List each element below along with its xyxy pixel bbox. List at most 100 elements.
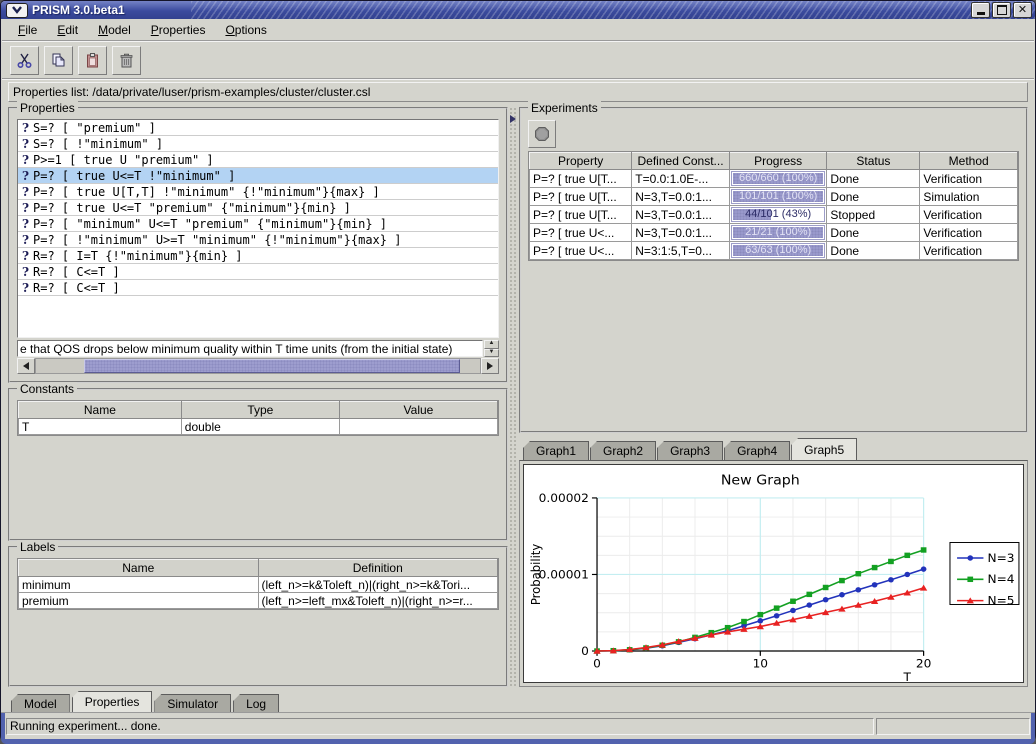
left-column: Properties ?S=? [ "premium" ]?S=? [ !"mi… <box>8 107 508 687</box>
tab-properties[interactable]: Properties <box>72 691 153 712</box>
tab-graph1[interactable]: Graph1 <box>523 441 589 460</box>
tab-log[interactable]: Log <box>233 694 279 712</box>
scrollbar-thumb[interactable] <box>84 359 460 373</box>
experiments-table[interactable]: PropertyDefined Const...ProgressStatusMe… <box>529 152 1018 260</box>
paste-button[interactable] <box>78 46 107 75</box>
property-list-item[interactable]: ?P=? [ true U<=T !"minimum" ] <box>18 168 498 184</box>
trash-icon <box>118 52 135 69</box>
property-text: R=? [ C<=T ] <box>33 265 120 279</box>
tab-graph3[interactable]: Graph3 <box>657 441 723 460</box>
property-list-item[interactable]: ?P>=1 [ true U "premium" ] <box>18 152 498 168</box>
table-cell: (left_n>=k&Toleft_n)|(right_n>=k&Tori... <box>258 577 498 593</box>
experiment-row[interactable]: P=? [ true U[T...T=0.0:1.0E-...660/660 (… <box>530 170 1018 188</box>
close-button[interactable]: ✕ <box>1013 2 1032 18</box>
experiments-table-wrap: PropertyDefined Const...ProgressStatusMe… <box>528 151 1019 261</box>
menu-options[interactable]: Options <box>216 21 275 39</box>
scroll-left-button[interactable] <box>17 358 35 374</box>
property-list-item[interactable]: ?P=? [ true U<=T "premium" {"minimum"}{m… <box>18 200 498 216</box>
svg-text:T: T <box>903 670 912 682</box>
property-text: P=? [ true U<=T !"minimum" ] <box>33 169 235 183</box>
cut-button[interactable] <box>10 46 39 75</box>
column-header[interactable]: Definition <box>258 560 498 577</box>
maximize-icon <box>997 5 1007 15</box>
progress-text: 63/63 (100%) <box>732 244 825 257</box>
property-list-item[interactable]: ?P=? [ !"minimum" U>=T "minimum" {!"mini… <box>18 232 498 248</box>
experiment-row[interactable]: P=? [ true U<...N=3:1:5,T=0...63/63 (100… <box>530 242 1018 260</box>
constants-table[interactable]: NameTypeValueTdouble <box>18 401 498 435</box>
experiment-row[interactable]: P=? [ true U[T...N=3,T=0.0:1...44/101 (4… <box>530 206 1018 224</box>
experiment-row[interactable]: P=? [ true U<...N=3,T=0.0:1...21/21 (100… <box>530 224 1018 242</box>
table-header-row: PropertyDefined Const...ProgressStatusMe… <box>530 153 1018 170</box>
experiment-row[interactable]: P=? [ true U[T...N=3,T=0.0:1...101/101 (… <box>530 188 1018 206</box>
arrow-left-icon <box>23 362 29 370</box>
column-header[interactable]: Value <box>339 402 497 419</box>
table-row[interactable]: premium(left_n>=left_mx&Toleft_n)|(right… <box>19 593 498 609</box>
scrollbar-track[interactable] <box>35 358 481 374</box>
property-list-item[interactable]: ?R=? [ I=T {!"minimum"}{min} ] <box>18 248 498 264</box>
table-header-row: NameDefinition <box>19 560 498 577</box>
column-header[interactable]: Type <box>181 402 339 419</box>
property-list-item[interactable]: ?S=? [ "premium" ] <box>18 120 498 136</box>
maximize-button[interactable] <box>992 2 1011 18</box>
property-list-item[interactable]: ?P=? [ true U[T,T] !"minimum" {!"minimum… <box>18 184 498 200</box>
main-area: Properties ?S=? [ "premium" ]?S=? [ !"mi… <box>1 104 1035 689</box>
status-bar: Running experiment... done. <box>1 713 1035 739</box>
progress-text: 21/21 (100%) <box>732 226 825 239</box>
svg-text:10: 10 <box>753 657 768 671</box>
properties-list[interactable]: ?S=? [ "premium" ]?S=? [ !"minimum" ]?P>… <box>17 119 499 338</box>
column-header[interactable]: Name <box>19 402 182 419</box>
column-header[interactable]: Name <box>19 560 259 577</box>
experiment-method: Verification <box>920 170 1018 188</box>
table-cell: T <box>19 419 182 435</box>
app-window: PRISM 3.0.beta1 ✕ FileEditModelPropertie… <box>0 0 1036 744</box>
spinner-down-button[interactable]: ▼ <box>484 349 499 358</box>
window-menu-icon[interactable] <box>6 3 28 18</box>
tab-simulator[interactable]: Simulator <box>154 694 231 712</box>
tab-graph5[interactable]: Graph5 <box>791 438 857 460</box>
tab-model[interactable]: Model <box>11 694 70 712</box>
constants-group-title: Constants <box>17 382 77 396</box>
menu-model[interactable]: Model <box>89 21 140 39</box>
column-header[interactable]: Property <box>530 153 632 170</box>
svg-text:N=4: N=4 <box>988 572 1015 586</box>
close-icon: ✕ <box>1018 5 1027 15</box>
menu-edit[interactable]: Edit <box>48 21 87 39</box>
stop-experiment-button[interactable] <box>528 120 556 148</box>
property-text: S=? [ "premium" ] <box>33 121 156 135</box>
chart-panel[interactable]: 00.000010.0000201020New GraphTProbabilit… <box>523 464 1024 683</box>
experiment-method: Verification <box>920 242 1018 260</box>
menu-properties[interactable]: Properties <box>142 21 215 39</box>
experiment-property: P=? [ true U<... <box>530 224 632 242</box>
column-header[interactable]: Method <box>920 153 1018 170</box>
spinner-up-button[interactable]: ▲ <box>484 340 499 349</box>
column-header[interactable]: Progress <box>729 153 827 170</box>
paste-icon <box>84 52 101 69</box>
properties-list-path: Properties list: /data/private/luser/pri… <box>8 82 1028 102</box>
copy-button[interactable] <box>44 46 73 75</box>
experiment-constants: N=3:1:5,T=0... <box>632 242 730 260</box>
property-list-item[interactable]: ?R=? [ C<=T ] <box>18 264 498 280</box>
chevron-down-icon <box>10 5 24 15</box>
experiment-constants: N=3,T=0.0:1... <box>632 224 730 242</box>
scroll-right-button[interactable] <box>481 358 499 374</box>
vertical-splitter[interactable] <box>509 107 518 687</box>
delete-button[interactable] <box>112 46 141 75</box>
menu-file[interactable]: File <box>9 21 46 39</box>
property-comment[interactable]: e that QOS drops below minimum quality w… <box>17 340 483 357</box>
table-row[interactable]: Tdouble <box>19 419 498 435</box>
tab-graph4[interactable]: Graph4 <box>724 441 790 460</box>
property-list-item[interactable]: ?P=? [ "minimum" U<=T "premium" {"minimu… <box>18 216 498 232</box>
column-header[interactable]: Defined Const... <box>632 153 730 170</box>
table-row[interactable]: minimum(left_n>=k&Toleft_n)|(right_n>=k&… <box>19 577 498 593</box>
status-progress-cell <box>876 718 1030 735</box>
property-list-item[interactable]: ?R=? [ C<=T ] <box>18 280 498 296</box>
property-list-item[interactable]: ?S=? [ !"minimum" ] <box>18 136 498 152</box>
labels-table[interactable]: NameDefinitionminimum(left_n>=k&Toleft_n… <box>18 559 498 609</box>
minimize-button[interactable] <box>971 2 990 18</box>
splitter-collapse-icon[interactable] <box>510 115 516 123</box>
labels-group: Labels NameDefinitionminimum(left_n>=k&T… <box>8 546 508 687</box>
tab-graph2[interactable]: Graph2 <box>590 441 656 460</box>
column-header[interactable]: Status <box>827 153 920 170</box>
titlebar[interactable]: PRISM 3.0.beta1 ✕ <box>1 1 1035 19</box>
table-cell <box>339 419 497 435</box>
